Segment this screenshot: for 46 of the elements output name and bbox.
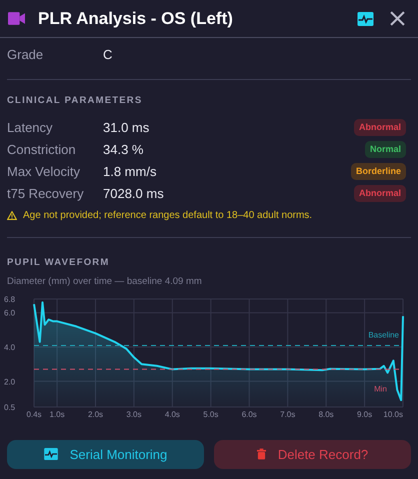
x-tick-label: 6.0s (242, 410, 257, 419)
status-badge: Abnormal (354, 184, 406, 202)
serial-monitoring-button[interactable]: Serial Monitoring (7, 440, 204, 469)
y-tick-label: 6.0 (4, 308, 16, 318)
parameter-label: Constriction (7, 140, 77, 158)
parameter-label: t75 Recovery (7, 184, 85, 203)
x-tick-label: 2.0s (88, 410, 104, 419)
grade-label: Grade (7, 46, 44, 64)
parameter-label: Latency (7, 118, 54, 137)
status-badge: Borderline (350, 162, 406, 180)
y-tick-label: 0.5 (4, 402, 16, 412)
pulse-icon (44, 448, 58, 460)
trash-icon (256, 448, 266, 460)
x-tick-label: 0.4s (26, 410, 42, 419)
status-badge: Abnormal (354, 118, 406, 136)
x-tick-label: 9.0s (357, 410, 372, 419)
section-heading: CLINICAL PARAMETERS (7, 94, 144, 108)
x-tick-label: 5.0s (203, 410, 218, 419)
reference-label: Min (374, 384, 387, 394)
close-icon (390, 11, 404, 26)
chart-subtitle: Diameter (mm) over time — baseline 4.09 mm (7, 274, 203, 288)
dialog-title: PLR Analysis - OS (Left) (38, 8, 233, 30)
parameter-label: Max Velocity (7, 162, 81, 181)
video-camera-icon (8, 12, 25, 25)
x-tick-label: 1.0s (50, 410, 65, 419)
close-button[interactable] (388, 10, 406, 28)
status-badge: Normal (364, 140, 406, 158)
x-tick-label: 10.0s (383, 410, 403, 419)
x-tick-label: 8.0s (318, 410, 334, 419)
y-tick-label: 6.8 (4, 294, 16, 304)
parameter-value: 1.8 mm/s (103, 162, 156, 180)
warning-icon (7, 211, 17, 220)
x-tick-label: 7.0s (280, 410, 296, 419)
parameter-value: 34.3 % (103, 140, 144, 158)
reference-label: Baseline (368, 330, 399, 340)
parameter-value: 31.0 ms (103, 118, 150, 136)
delete-button[interactable]: Delete Record? (214, 440, 411, 469)
x-tick-label: 4.0s (164, 410, 180, 419)
grade-value: C (103, 46, 112, 64)
y-tick-label: 4.0 (4, 342, 16, 352)
x-tick-label: 3.0s (126, 410, 142, 419)
pulse-icon (356, 12, 374, 26)
y-tick-label: 2.0 (4, 377, 16, 386)
section-heading: PUPIL WAVEFORM (7, 256, 110, 270)
warning-text: Age not provided; reference ranges default to 18–40 adult norms. (23, 209, 312, 224)
parameter-value: 7028.0 ms (103, 184, 164, 202)
